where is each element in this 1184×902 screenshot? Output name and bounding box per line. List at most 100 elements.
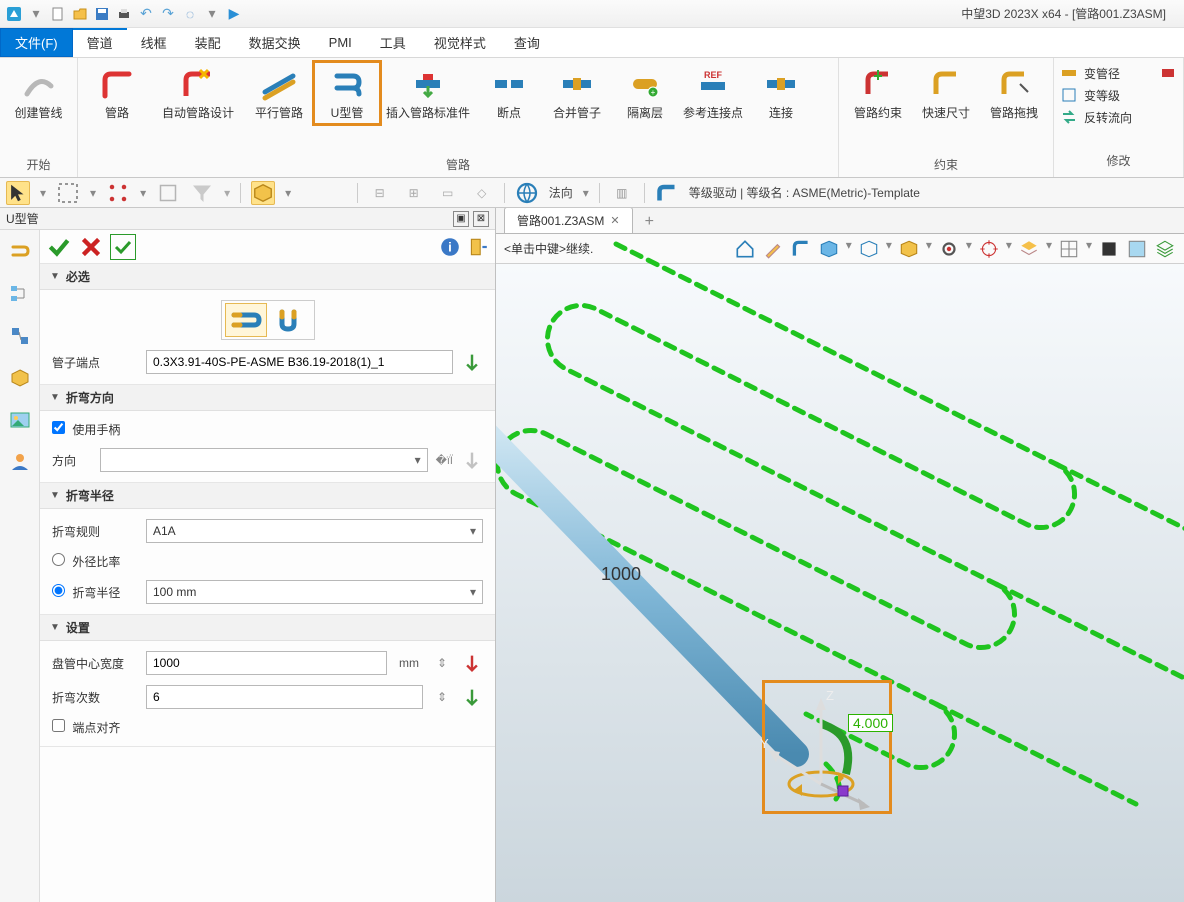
qb-sa-dd[interactable]: ▾: [90, 186, 96, 200]
quickbar: ▾ ▾ ▾ ▾ ▾ ⊟ ⊞ ▭ ◇ 法向 ▾ ▥ 等级驱动 | 等级名 : AS…: [0, 178, 1184, 208]
radius-dropdown[interactable]: 100 mm: [146, 580, 483, 604]
strip-u-icon[interactable]: [8, 240, 32, 264]
ribbon-insert-std[interactable]: 插入管路标准件: [382, 62, 474, 124]
info-icon[interactable]: i: [439, 236, 461, 258]
ratio-radio[interactable]: 外径比率: [52, 553, 120, 570]
u-option-horizontal[interactable]: [225, 303, 267, 337]
align-checkbox[interactable]: 端点对齐: [52, 719, 120, 736]
play-icon[interactable]: ▶: [226, 6, 242, 22]
new-icon[interactable]: [50, 6, 66, 22]
qb-filter[interactable]: [190, 181, 214, 205]
cancel-button[interactable]: [78, 234, 104, 260]
ribbon-change-diameter[interactable]: 变管径: [1060, 64, 1177, 82]
qb-box-gold[interactable]: [251, 181, 275, 205]
ribbon-u-tube[interactable]: U型管: [314, 62, 380, 124]
ribbon-change-class[interactable]: 变等级: [1060, 86, 1177, 104]
apply-button[interactable]: [110, 234, 136, 260]
ribbon-isolate[interactable]: + 隔离层: [612, 62, 678, 124]
u-option-vertical[interactable]: [269, 303, 311, 337]
svg-text:REF: REF: [704, 70, 723, 80]
panel-toolbar: i: [40, 230, 495, 264]
ribbon-pipeline[interactable]: 管路: [84, 62, 150, 124]
qb-normal-dd[interactable]: ▾: [583, 186, 589, 200]
qb-pipe-icon[interactable]: [655, 181, 679, 205]
qb-select-all[interactable]: [56, 181, 80, 205]
qb-grid[interactable]: [106, 181, 130, 205]
section-bend-dir-head[interactable]: 折弯方向: [40, 385, 495, 411]
strip-part-icon[interactable]: [8, 366, 32, 390]
menu-tab-tools[interactable]: 工具: [366, 28, 420, 57]
ribbon-auto-design[interactable]: 自动管路设计: [152, 62, 244, 124]
qb-grid-dd[interactable]: ▾: [140, 186, 146, 200]
menu-tab-pipe[interactable]: 管道: [73, 28, 127, 57]
change-diameter-secondary-icon[interactable]: [1159, 64, 1177, 82]
ribbon-parallel[interactable]: 平行管路: [246, 62, 312, 124]
coil-width-stepper-icon[interactable]: ⇕: [431, 652, 453, 674]
ribbon-group-pipe-title: 管路: [84, 154, 832, 175]
menu-tab-visual[interactable]: 视觉样式: [420, 28, 500, 57]
ribbon-route-constraint[interactable]: 管路约束: [845, 62, 911, 124]
menu-tab-assembly[interactable]: 装配: [181, 28, 235, 57]
qb-normal-label: 法向: [549, 184, 573, 201]
endpoint-pick-icon[interactable]: [461, 351, 483, 373]
redo-icon[interactable]: ↷: [160, 6, 176, 22]
menu-tab-pmi[interactable]: PMI: [315, 28, 366, 57]
strip-user-icon[interactable]: [8, 450, 32, 474]
panel-restore-icon[interactable]: ▣: [453, 211, 469, 227]
u-shape-options: [221, 300, 315, 340]
ribbon-create-pipeline[interactable]: 创建管线: [6, 62, 71, 124]
radius-radio[interactable]: 折弯半径: [52, 584, 138, 601]
bend-rule-dropdown[interactable]: A1A: [146, 519, 483, 543]
menu-file[interactable]: 文件(F): [0, 28, 73, 57]
direction-pick-icon[interactable]: [461, 449, 483, 471]
qb-dim3[interactable]: ▭: [436, 181, 460, 205]
open-icon[interactable]: [72, 6, 88, 22]
ribbon-route-drag[interactable]: 管路拖拽: [981, 62, 1047, 124]
ribbon-ref-connect[interactable]: REF 参考连接点: [680, 62, 746, 124]
qb-dim4[interactable]: ◇: [470, 181, 494, 205]
section-settings-head[interactable]: 设置: [40, 615, 495, 641]
expand-icon[interactable]: [467, 236, 489, 258]
qb-dim2[interactable]: ⊞: [402, 181, 426, 205]
ok-button[interactable]: [46, 234, 72, 260]
bend-count-pick-icon[interactable]: [461, 686, 483, 708]
ribbon-quick-dim[interactable]: 快速尺寸: [913, 62, 979, 124]
ribbon-flip-flow[interactable]: 反转流向: [1060, 108, 1177, 126]
print-icon[interactable]: [116, 6, 132, 22]
section-bend-radius-head[interactable]: 折弯半径: [40, 483, 495, 509]
target-icon[interactable]: ◌: [182, 6, 198, 22]
save-icon[interactable]: [94, 6, 110, 22]
qb-cursor[interactable]: [6, 181, 30, 205]
qb-dim1[interactable]: ⊟: [368, 181, 392, 205]
direction-dropdown[interactable]: [100, 448, 428, 472]
undo-icon[interactable]: ↶: [138, 6, 154, 22]
strip-tree-icon[interactable]: [8, 282, 32, 306]
qb-m1[interactable]: ▥: [610, 181, 634, 205]
strip-image-icon[interactable]: [8, 408, 32, 432]
qb-box-dd[interactable]: ▾: [285, 186, 291, 200]
bend-count-stepper-icon[interactable]: ⇕: [431, 686, 453, 708]
bend-count-field[interactable]: [146, 685, 423, 709]
ribbon-connect[interactable]: 连接: [748, 62, 814, 124]
dimension-main: 1000: [601, 564, 641, 585]
menu-tab-query[interactable]: 查询: [500, 28, 554, 57]
coil-width-field[interactable]: [146, 651, 387, 675]
axis-manipulator[interactable]: Z Y: [746, 674, 906, 834]
section-required-head[interactable]: 必选: [40, 264, 495, 290]
dropdown2-icon[interactable]: ▾: [204, 6, 220, 22]
ribbon-break[interactable]: 断点: [476, 62, 542, 124]
menu-tab-wireframe[interactable]: 线框: [127, 28, 181, 57]
viewport[interactable]: 1000 Z Y: [496, 264, 1184, 902]
use-handle-checkbox[interactable]: 使用手柄: [52, 421, 120, 438]
ribbon-merge-tube[interactable]: 合并管子: [544, 62, 610, 124]
strip-assembly-icon[interactable]: [8, 324, 32, 348]
qb-cursor-dd[interactable]: ▾: [40, 186, 46, 200]
dropdown-icon[interactable]: ▾: [28, 6, 44, 22]
menu-tab-exchange[interactable]: 数据交换: [235, 28, 315, 57]
coil-width-pick-icon[interactable]: [461, 652, 483, 674]
endpoint-field[interactable]: [146, 350, 453, 374]
qb-snap[interactable]: [156, 181, 180, 205]
qb-filter-dd[interactable]: ▾: [224, 186, 230, 200]
panel-close-icon[interactable]: ⊠: [473, 211, 489, 227]
qb-globe[interactable]: [515, 181, 539, 205]
